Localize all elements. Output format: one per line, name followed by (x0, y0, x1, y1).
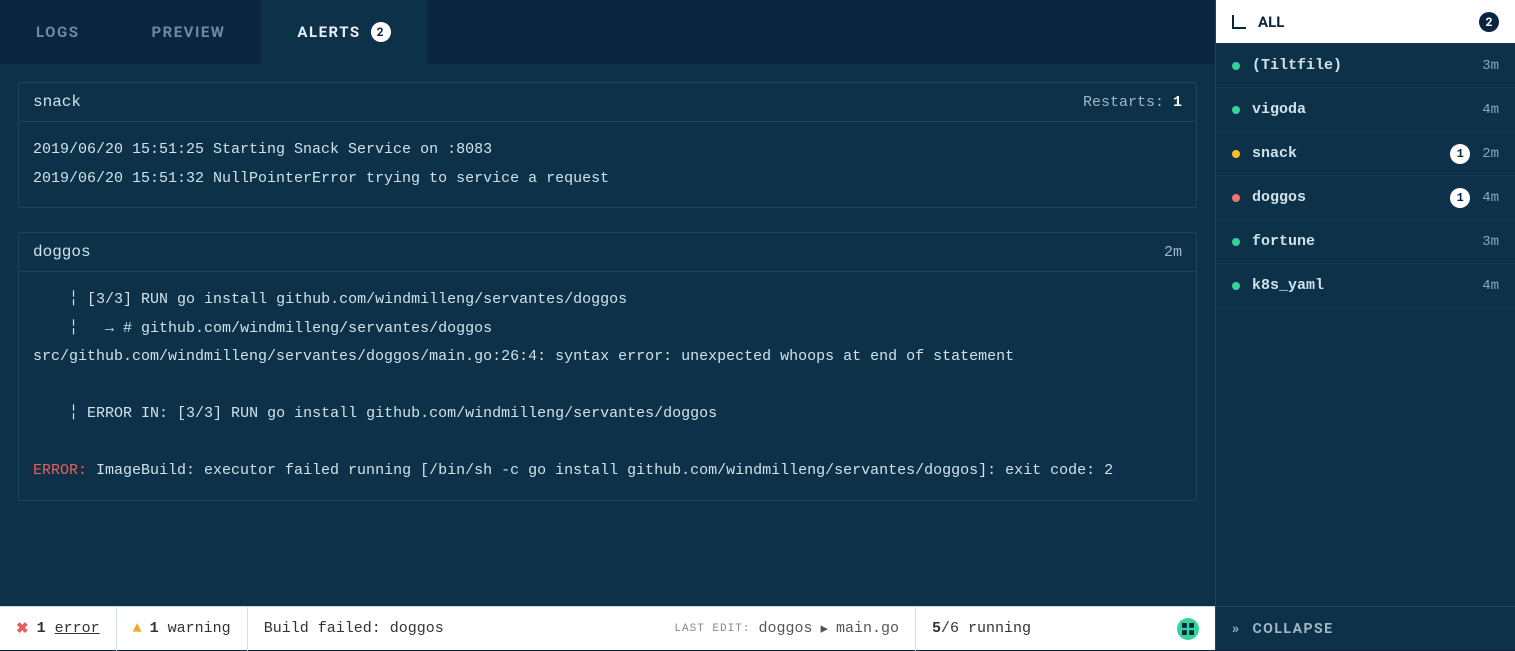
alerts-content: snack Restarts: 1 2019/06/20 15:51:25 St… (0, 64, 1215, 606)
sidebar-item-snack[interactable]: snack 1 2m (1216, 132, 1515, 176)
status-dot (1232, 194, 1240, 202)
status-errors[interactable]: ✖ 1 error (0, 607, 117, 651)
error-icon: ✖ (16, 619, 29, 638)
status-build-msg: Build failed: doggos (248, 607, 460, 651)
sidebar-item-all[interactable]: ALL 2 (1216, 0, 1515, 44)
tilt-logo-icon[interactable] (1177, 618, 1199, 640)
sidebar-item-label: doggos (1252, 189, 1438, 206)
tab-alerts[interactable]: ALERTS 2 (261, 0, 427, 64)
panel-title: snack (33, 93, 81, 111)
sidebar-item-label: (Tiltfile) (1252, 57, 1470, 74)
status-dot (1232, 106, 1240, 114)
sidebar-item-fortune[interactable]: fortune 3m (1216, 220, 1515, 264)
chevron-right-icon: ▸ (820, 619, 828, 638)
sidebar-item-label: k8s_yaml (1252, 277, 1470, 294)
chevron-right-double-icon: » (1232, 621, 1241, 637)
all-count-badge: 2 (1479, 12, 1499, 32)
panel-meta: Restarts: 1 (1083, 94, 1182, 111)
sidebar-item-vigoda[interactable]: vigoda 4m (1216, 88, 1515, 132)
sidebar-item-label: vigoda (1252, 101, 1470, 118)
sidebar-item-age: 4m (1482, 190, 1499, 206)
tab-bar: LOGS PREVIEW ALERTS 2 (0, 0, 1215, 64)
tab-logs[interactable]: LOGS (0, 0, 115, 64)
sidebar-item-age: 4m (1482, 102, 1499, 118)
sidebar-item-doggos[interactable]: doggos 1 4m (1216, 176, 1515, 220)
panel-body: 2019/06/20 15:51:25 Starting Snack Servi… (19, 122, 1196, 207)
sidebar-item-label: snack (1252, 145, 1438, 162)
item-badge: 1 (1450, 144, 1470, 164)
status-dot (1232, 62, 1240, 70)
sidebar-collapse[interactable]: » COLLAPSE (1216, 606, 1515, 650)
panel-title: doggos (33, 243, 91, 261)
panel-body: ╎ [3/3] RUN go install github.com/windmi… (19, 272, 1196, 500)
sidebar-item-age: 2m (1482, 146, 1499, 162)
sidebar-item-age: 3m (1482, 234, 1499, 250)
status-running: 5/6 running (915, 607, 1215, 651)
alerts-count-badge: 2 (371, 22, 391, 42)
sidebar-item-age: 4m (1482, 278, 1499, 294)
status-dot (1232, 282, 1240, 290)
status-last-edit: LAST EDIT: doggos ▸ main.go (674, 619, 915, 638)
sidebar-item-age: 3m (1482, 58, 1499, 74)
status-bar: ✖ 1 error ▲ 1 warning Build failed: dogg… (0, 606, 1215, 650)
corner-icon (1232, 15, 1246, 29)
sidebar-item-k8syaml[interactable]: k8s_yaml 4m (1216, 264, 1515, 308)
status-dot (1232, 150, 1240, 158)
panel-meta: 2m (1164, 244, 1182, 261)
status-dot (1232, 238, 1240, 246)
alert-panel-doggos: doggos 2m ╎ [3/3] RUN go install github.… (18, 232, 1197, 501)
item-badge: 1 (1450, 188, 1470, 208)
warning-icon: ▲ (133, 620, 142, 637)
alert-panel-snack: snack Restarts: 1 2019/06/20 15:51:25 St… (18, 82, 1197, 208)
sidebar-item-tiltfile[interactable]: (Tiltfile) 3m (1216, 44, 1515, 88)
sidebar-item-label: fortune (1252, 233, 1470, 250)
sidebar: ALL 2 (Tiltfile) 3m vigoda 4m snack 1 2m doggos… (1215, 0, 1515, 650)
tab-preview[interactable]: PREVIEW (115, 0, 261, 64)
status-warnings[interactable]: ▲ 1 warning (117, 607, 248, 651)
